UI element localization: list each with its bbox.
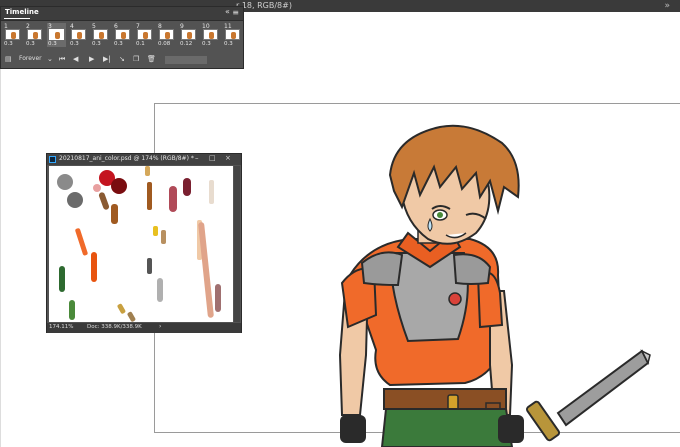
panel-menu-icon[interactable]: ≡	[232, 8, 239, 17]
duplicate-frame-icon[interactable]: ❐	[133, 55, 139, 63]
frame-delay[interactable]: 0.3	[70, 41, 79, 47]
maximize-icon[interactable]: □	[209, 154, 216, 162]
document-titlebar[interactable]: 20210817_ani_color.psd @ 174% (RGB/8#) *…	[47, 154, 241, 165]
frame-2[interactable]: 2 0.3	[25, 23, 44, 47]
frame-8[interactable]: 8 0.08	[157, 23, 176, 47]
document-status-bar: 174.11% Doc: 338.9K/338.9K ›	[47, 323, 241, 333]
document-size: Doc: 338.9K/338.9K	[87, 324, 142, 330]
frame-delay[interactable]: 0.3	[114, 41, 123, 47]
frame-thumbnail	[137, 29, 152, 40]
frame-7[interactable]: 7 0.1	[135, 23, 154, 47]
frame-delay[interactable]: 0.08	[158, 41, 170, 47]
timeline-scrollbar[interactable]	[165, 56, 207, 64]
photoshop-file-icon	[49, 156, 56, 163]
convert-timeline-icon[interactable]: ▤	[5, 55, 12, 63]
loop-dropdown-chevron-icon[interactable]: ⌄	[47, 55, 53, 63]
frame-delay[interactable]: 0.3	[202, 41, 211, 47]
frame-thumbnail	[159, 29, 174, 40]
frame-delay[interactable]: 0.3	[92, 41, 101, 47]
frame-strip: 1 0.3 2 0.3 3 0.3 4 0.3 5 0.3 6 0.3 7 0.…	[3, 23, 243, 47]
frame-delay[interactable]: 0.1	[136, 41, 145, 47]
frame-9[interactable]: 9 0.12	[179, 23, 198, 47]
first-frame-icon[interactable]: ⏮	[59, 55, 65, 64]
chevron-right-icon[interactable]: »	[664, 0, 670, 12]
frame-3[interactable]: 3 0.3	[47, 23, 66, 47]
timeline-header: Timeline « ≡	[1, 7, 243, 21]
frame-thumbnail	[27, 29, 42, 40]
frame-delay[interactable]: 0.3	[224, 41, 233, 47]
loop-options-select[interactable]: Forever	[19, 55, 42, 62]
frame-6[interactable]: 6 0.3	[113, 23, 132, 47]
collapse-icon[interactable]: «	[225, 7, 230, 16]
frame-thumbnail	[225, 29, 240, 40]
frame-10[interactable]: 10 0.3	[201, 23, 220, 47]
frame-11[interactable]: 11 0.3	[223, 23, 242, 47]
color-swatch-canvas[interactable]	[49, 166, 233, 322]
frame-thumbnail	[115, 29, 130, 40]
document-vertical-scrollbar[interactable]	[234, 166, 240, 322]
tween-icon[interactable]: ↘	[119, 55, 125, 63]
frame-thumbnail	[49, 29, 64, 40]
frame-delay[interactable]: 0.3	[26, 41, 35, 47]
frame-delay[interactable]: 0.3	[48, 41, 57, 47]
frame-4[interactable]: 4 0.3	[69, 23, 88, 47]
frame-thumbnail	[93, 29, 108, 40]
frame-delay[interactable]: 0.3	[4, 41, 13, 47]
next-frame-icon[interactable]: ▶|	[103, 55, 111, 63]
frame-thumbnail	[181, 29, 196, 40]
timeline-panel: Timeline « ≡ 1 0.3 2 0.3 3 0.3 4 0.3 5 0…	[0, 6, 244, 69]
frame-thumbnail	[71, 29, 86, 40]
play-icon[interactable]: ▶	[89, 55, 94, 63]
document-tab[interactable]: r 18, RGB/8#)	[236, 0, 292, 12]
document-title: 20210817_ani_color.psd @ 174% (RGB/8#) *	[59, 155, 194, 162]
previous-frame-icon[interactable]: ◀	[73, 55, 78, 63]
document-window: 20210817_ani_color.psd @ 174% (RGB/8#) *…	[46, 153, 242, 333]
close-icon[interactable]: ×	[225, 154, 231, 162]
minimize-icon[interactable]: –	[195, 154, 199, 162]
frame-5[interactable]: 5 0.3	[91, 23, 110, 47]
chevron-right-icon[interactable]: ›	[159, 323, 161, 330]
frame-delay[interactable]: 0.12	[180, 41, 192, 47]
delete-frame-icon[interactable]: 🗑	[147, 55, 156, 63]
frame-thumbnail	[5, 29, 20, 40]
zoom-level[interactable]: 174.11%	[49, 324, 73, 330]
canvas-edge	[0, 12, 1, 447]
timeline-title[interactable]: Timeline	[5, 8, 39, 16]
frame-thumbnail	[203, 29, 218, 40]
frame-1[interactable]: 1 0.3	[3, 23, 22, 47]
active-tab-indicator	[4, 18, 30, 19]
character-illustration	[338, 124, 651, 447]
